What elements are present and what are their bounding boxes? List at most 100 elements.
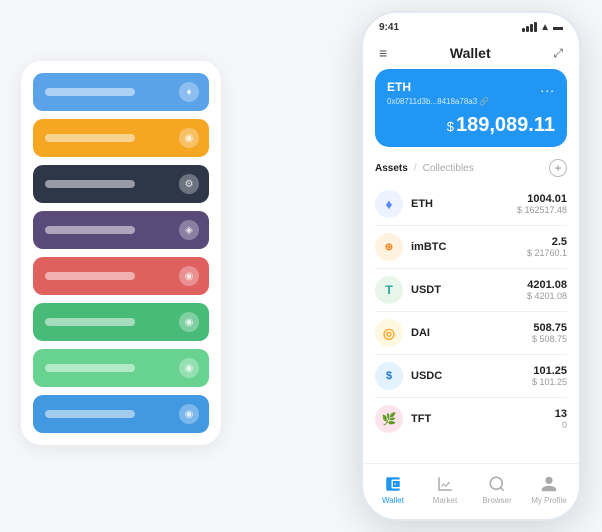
list-item[interactable]: ◉ [33,303,209,341]
wallet-nav-icon [383,474,403,494]
status-time: 9:41 [379,22,399,33]
table-row[interactable]: ⊕ imBTC 2.5 $ 21760.1 [375,226,567,269]
asset-amount-primary: 13 [555,408,567,420]
card-text-bar [45,226,135,234]
phone-header: ≡ Wallet ⤢ [363,41,579,69]
card-text-bar [45,272,135,280]
nav-label-wallet: Wallet [382,496,404,505]
menu-icon[interactable]: ≡ [379,45,387,61]
list-item[interactable]: ◈ [33,211,209,249]
dai-logo: ◎ [375,319,403,347]
eth-balance: $189,089.11 [387,114,555,137]
profile-nav-icon [539,474,559,494]
asset-amounts: 4201.08 $ 4201.08 [527,279,567,301]
card-icon: ⚙ [179,174,199,194]
assets-tabs: Assets / Collectibles [375,163,474,174]
tab-collectibles[interactable]: Collectibles [423,163,474,174]
card-text-bar [45,318,135,326]
nav-item-profile[interactable]: My Profile [523,474,575,505]
expand-icon[interactable]: ⤢ [553,46,563,61]
eth-card-header: ETH ... [387,79,555,95]
asset-amount-usd: 0 [555,420,567,430]
scene: ♦ ◉ ⚙ ◈ ◉ ◉ ◉ ◉ [21,11,581,521]
wifi-icon: ▲ [540,22,550,33]
asset-amounts: 2.5 $ 21760.1 [527,236,567,258]
asset-name: USDT [411,284,527,296]
card-text-bar [45,88,135,96]
card-icon: ◉ [179,404,199,424]
nav-item-wallet[interactable]: Wallet [367,474,419,505]
list-item[interactable]: ◉ [33,119,209,157]
card-stack: ♦ ◉ ⚙ ◈ ◉ ◉ ◉ ◉ [21,61,221,445]
asset-amount-primary: 101.25 [532,365,567,377]
eth-logo: ♦ [375,190,403,218]
card-icon: ◈ [179,220,199,240]
list-item[interactable]: ◉ [33,257,209,295]
asset-name: TFT [411,413,555,425]
asset-amount-usd: $ 101.25 [532,377,567,387]
card-text-bar [45,410,135,418]
table-row[interactable]: ♦ ETH 1004.01 $ 162517.48 [375,183,567,226]
add-asset-button[interactable]: + [549,159,567,177]
asset-amount-usd: $ 21760.1 [527,248,567,258]
asset-amount-primary: 4201.08 [527,279,567,291]
eth-card-label: ETH [387,80,411,94]
card-text-bar [45,364,135,372]
asset-name: USDC [411,370,532,382]
eth-card[interactable]: ETH ... 0x08711d3b...8418a78a3 🔗 $189,08… [375,69,567,147]
imbtc-logo: ⊕ [375,233,403,261]
nav-item-market[interactable]: Market [419,474,471,505]
card-icon: ◉ [179,358,199,378]
card-icon: ♦ [179,82,199,102]
asset-list: ♦ ETH 1004.01 $ 162517.48 ⊕ imBTC 2.5 $ … [363,183,579,463]
balance-currency: $ [447,119,454,134]
card-icon: ◉ [179,128,199,148]
card-text-bar [45,134,135,142]
more-dots-icon[interactable]: ... [540,79,555,95]
signal-icon [522,22,537,32]
status-bar: 9:41 ▲ ▬ [363,13,579,41]
assets-header: Assets / Collectibles + [363,155,579,183]
asset-name: DAI [411,327,532,339]
table-row[interactable]: ◎ DAI 508.75 $ 508.75 [375,312,567,355]
card-icon: ◉ [179,312,199,332]
nav-label-profile: My Profile [531,496,567,505]
asset-amounts: 101.25 $ 101.25 [532,365,567,387]
list-item[interactable]: ♦ [33,73,209,111]
usdc-logo: $ [375,362,403,390]
card-text-bar [45,180,135,188]
asset-amounts: 1004.01 $ 162517.48 [517,193,567,215]
asset-amount-usd: $ 162517.48 [517,205,567,215]
battery-icon: ▬ [553,22,563,33]
table-row[interactable]: $ USDC 101.25 $ 101.25 [375,355,567,398]
asset-amounts: 508.75 $ 508.75 [532,322,567,344]
list-item[interactable]: ◉ [33,395,209,433]
balance-amount: 189,089.11 [456,114,555,136]
asset-amount-primary: 508.75 [532,322,567,334]
tab-assets[interactable]: Assets [375,163,408,174]
table-row[interactable]: T USDT 4201.08 $ 4201.08 [375,269,567,312]
asset-name: ETH [411,198,517,210]
usdt-logo: T [375,276,403,304]
card-icon: ◉ [179,266,199,286]
market-nav-icon [435,474,455,494]
asset-amount-usd: $ 4201.08 [527,291,567,301]
nav-item-browser[interactable]: Browser [471,474,523,505]
asset-amount-primary: 1004.01 [517,193,567,205]
tabs-divider: / [414,163,417,174]
bottom-nav: Wallet Market Browser My Profile [363,463,579,519]
table-row[interactable]: 🌿 TFT 13 0 [375,398,567,440]
asset-name: imBTC [411,241,527,253]
browser-nav-icon [487,474,507,494]
list-item[interactable]: ◉ [33,349,209,387]
status-icons: ▲ ▬ [522,22,563,33]
page-title: Wallet [450,45,491,61]
nav-label-browser: Browser [482,496,511,505]
list-item[interactable]: ⚙ [33,165,209,203]
eth-address: 0x08711d3b...8418a78a3 🔗 [387,97,555,106]
phone-mockup: 9:41 ▲ ▬ ≡ Wallet ⤢ ETH ... [361,11,581,521]
tft-logo: 🌿 [375,405,403,433]
asset-amount-primary: 2.5 [527,236,567,248]
asset-amounts: 13 0 [555,408,567,430]
nav-label-market: Market [433,496,457,505]
